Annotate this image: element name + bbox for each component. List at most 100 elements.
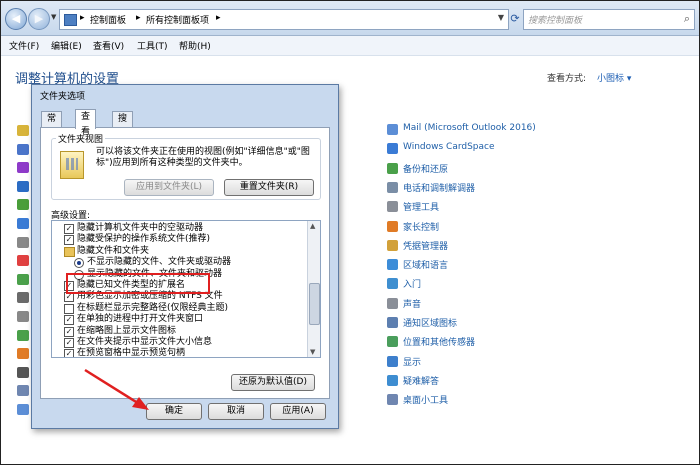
dialog-title: 文件夹选项 — [40, 92, 86, 102]
control-panel-item-label: 备份和还原 — [403, 164, 449, 175]
search-input[interactable]: 搜索控制面板 ⌕ — [523, 9, 695, 30]
control-panel-item-icon — [387, 355, 398, 367]
ok-button[interactable]: 确定 — [146, 403, 202, 420]
control-panel-item-label: 电话和调制解调器 — [403, 183, 476, 194]
checkbox[interactable]: ✓ — [64, 235, 74, 246]
tab-view[interactable]: 查看 — [75, 109, 97, 137]
apply-button[interactable]: 应用(A) — [270, 403, 326, 420]
control-panel-item-label: 家长控制 — [403, 222, 440, 233]
breadcrumb-separator-icon: ▸ — [136, 13, 141, 23]
control-panel-item-icon — [387, 143, 398, 155]
advanced-settings-scrollbar[interactable]: ▲ ▼ — [307, 221, 320, 357]
control-panel-item-icon[interactable] — [17, 199, 29, 211]
control-panel-item-icon[interactable] — [17, 162, 29, 174]
restore-defaults-button[interactable]: 还原为默认值(D) — [231, 374, 315, 391]
control-panel-item-icon[interactable] — [17, 218, 29, 229]
control-panel-item-icon[interactable] — [17, 180, 29, 192]
advanced-setting-label: 在文件夹提示中显示文件大小信息 — [77, 337, 213, 347]
view-by-label: 查看方式: — [547, 74, 587, 84]
control-panel-item-label: 凭据管理器 — [403, 241, 449, 252]
control-panel-item-label: 入门 — [403, 280, 422, 291]
control-panel-item-icon — [387, 220, 398, 232]
advanced-setting-label: 在单独的进程中打开文件夹窗口 — [77, 314, 204, 325]
control-panel-item-label: 桌面小工具 — [403, 396, 449, 407]
control-panel-item-icon — [387, 336, 398, 348]
advanced-setting-label: 隐藏受保护的操作系统文件(推荐) — [77, 234, 211, 245]
control-panel-item-icon[interactable] — [17, 404, 29, 415]
address-toolbar: ◀ ▶ ▼ ▸ 控制面板 ▸ 所有控制面板项 ▸ ▼ ⟳ 搜索控制面板 ⌕ — [1, 1, 699, 36]
view-by-dropdown[interactable]: 小图标 ▾ — [597, 71, 631, 84]
checkbox[interactable]: ✓ — [64, 224, 74, 234]
control-panel-item-icon — [387, 317, 398, 328]
scroll-thumb[interactable] — [309, 283, 320, 325]
control-panel-item-icon — [387, 297, 398, 309]
control-panel-item-icon — [387, 259, 398, 271]
folder-options-dialog: 文件夹选项 常规 查看 搜索 文件夹视图 可以将该文件夹正在使用的视图(例如"详… — [31, 84, 339, 429]
control-panel-item-icon — [387, 201, 398, 213]
control-panel-item-label: Windows CardSpace — [403, 142, 495, 153]
control-panel-item-icon[interactable] — [17, 292, 29, 304]
back-arrow-icon[interactable]: ◀ — [5, 8, 27, 30]
breadcrumb-all-items[interactable]: 所有控制面板项 — [146, 13, 209, 26]
checkbox[interactable]: ✓ — [64, 326, 74, 337]
checkbox[interactable]: ✓ — [64, 349, 74, 357]
checkbox[interactable]: ✓ — [64, 338, 74, 348]
control-panel-item-icon[interactable] — [17, 329, 29, 341]
scroll-down-icon[interactable]: ▼ — [310, 348, 315, 356]
control-panel-item-label: 疑难解答 — [403, 376, 440, 387]
advanced-setting-label: 不显示隐藏的文件、文件夹或驱动器 — [87, 257, 232, 268]
checkbox[interactable]: ✓ — [64, 315, 74, 326]
annotation-highlight-box — [66, 273, 210, 294]
control-panel-item-label: 通知区域图标 — [403, 319, 458, 329]
advanced-setting-label: 在预览窗格中显示预览句柄 — [77, 348, 186, 358]
control-panel-item-label: 声音 — [403, 299, 422, 310]
tab-general[interactable]: 常规 — [41, 111, 63, 139]
control-panel-window: ◀ ▶ ▼ ▸ 控制面板 ▸ 所有控制面板项 ▸ ▼ ⟳ 搜索控制面板 ⌕ 文件… — [0, 0, 700, 465]
breadcrumb-control-panel[interactable]: 控制面板 — [90, 13, 126, 26]
view-tab-panel: 文件夹视图 可以将该文件夹正在使用的视图(例如"详细信息"或"图标")应用到所有… — [40, 127, 330, 399]
control-panel-item-icon[interactable] — [17, 255, 29, 267]
control-panel-item-icon[interactable] — [17, 366, 29, 378]
control-panel-item-label: 显示 — [403, 357, 422, 368]
checkbox[interactable] — [64, 303, 74, 314]
menu-tools[interactable]: 工具(T) — [137, 39, 168, 52]
apply-to-folders-button[interactable]: 应用到文件夹(L) — [124, 179, 214, 196]
control-panel-item-icon — [387, 374, 398, 386]
forward-arrow-icon[interactable]: ▶ — [28, 8, 50, 30]
control-panel-item-icon[interactable] — [17, 125, 29, 136]
cancel-button[interactable]: 取消 — [208, 403, 264, 420]
menu-bar: 文件(F) 编辑(E) 查看(V) 工具(T) 帮助(H) — [1, 36, 699, 56]
control-panel-item-icon[interactable] — [17, 311, 29, 322]
tab-search[interactable]: 搜索 — [112, 111, 134, 139]
control-panel-item-label: 管理工具 — [403, 203, 440, 214]
advanced-setting-label: 在缩略图上显示文件图标 — [77, 325, 177, 336]
search-icon[interactable]: ⌕ — [684, 12, 690, 26]
control-panel-item-icon — [387, 394, 398, 406]
address-dropdown-icon[interactable]: ▼ — [498, 13, 504, 22]
menu-file[interactable]: 文件(F) — [9, 39, 39, 52]
control-panel-item-icon — [387, 162, 398, 174]
refresh-icon[interactable]: ⟳ — [508, 9, 522, 28]
breadcrumb-separator-icon: ▸ — [80, 13, 85, 23]
control-panel-item-icon[interactable] — [17, 143, 29, 155]
scroll-up-icon[interactable]: ▲ — [310, 222, 315, 230]
folder-views-group: 文件夹视图 可以将该文件夹正在使用的视图(例如"详细信息"或"图标")应用到所有… — [51, 132, 321, 200]
menu-edit[interactable]: 编辑(E) — [51, 39, 82, 52]
recent-pages-dropdown-icon[interactable]: ▼ — [51, 13, 56, 21]
menu-help[interactable]: 帮助(H) — [179, 39, 211, 52]
folder-view-icon — [60, 151, 84, 179]
breadcrumb-separator-icon: ▸ — [216, 13, 221, 23]
reset-folders-button[interactable]: 重置文件夹(R) — [224, 179, 314, 196]
menu-view[interactable]: 查看(V) — [93, 39, 124, 52]
radio-button[interactable] — [74, 258, 84, 269]
control-panel-item-icon[interactable] — [17, 236, 29, 248]
control-panel-item-icon[interactable] — [17, 348, 29, 360]
advanced-setting-label: 在标题栏显示完整路径(仅限经典主题) — [77, 302, 229, 313]
advanced-setting-label: 隐藏文件和文件夹 — [77, 245, 150, 256]
control-panel-item-icon — [387, 124, 398, 135]
advanced-setting-label: 隐藏计算机文件夹中的空驱动器 — [77, 223, 204, 233]
control-panel-item-icon[interactable] — [17, 385, 29, 397]
control-panel-item-icon[interactable] — [17, 273, 29, 285]
control-panel-item-icon — [387, 239, 398, 251]
address-bar[interactable]: ▸ 控制面板 ▸ 所有控制面板项 ▸ ▼ — [59, 9, 509, 30]
